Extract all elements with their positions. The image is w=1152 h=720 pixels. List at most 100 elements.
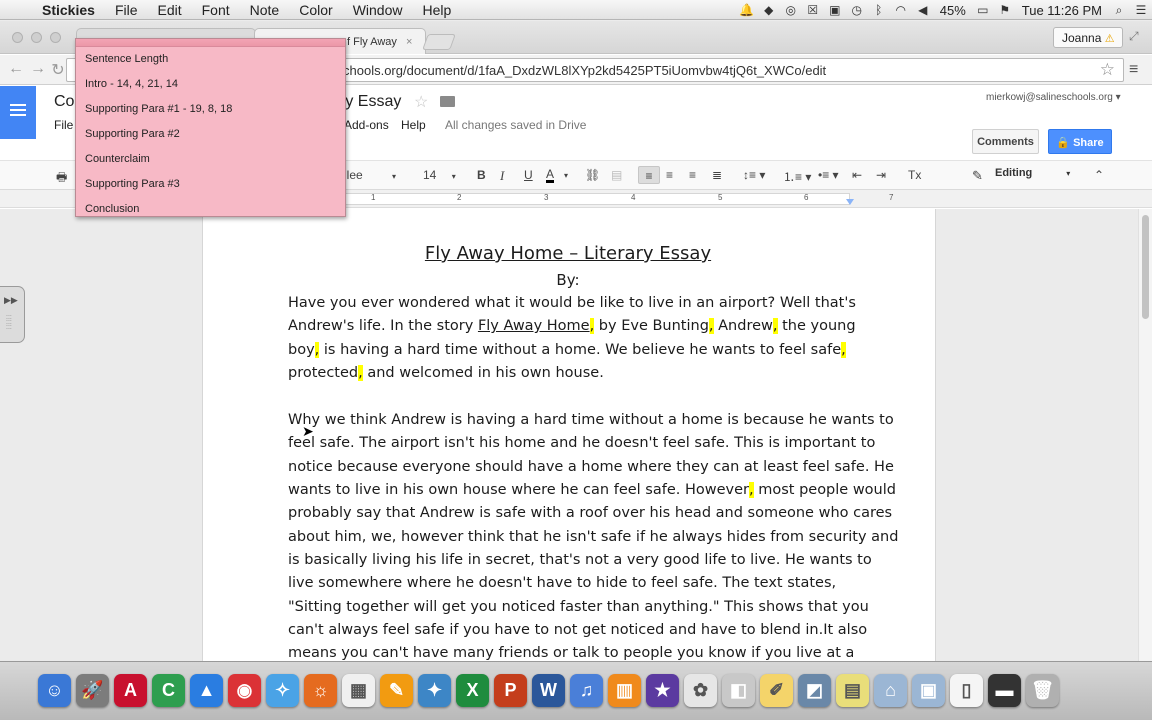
sticky-line[interactable]: Sentence Length	[85, 53, 168, 65]
clock[interactable]: Tue 11:26 PM	[1016, 3, 1108, 18]
account-email[interactable]: mierkowj@salineschools.org ▾	[986, 92, 1121, 103]
dock-notes-icon[interactable]: ✐	[760, 674, 793, 707]
essay-heading[interactable]: Fly Away Home – Literary Essay	[288, 243, 848, 264]
text-color-dropdown-icon[interactable]: ▾	[564, 171, 568, 180]
time-machine-icon[interactable]: ◷	[846, 3, 868, 17]
sticky-line[interactable]: Intro - 14, 4, 21, 14	[85, 78, 178, 90]
increase-indent-icon[interactable]: ⇥	[876, 168, 886, 182]
dock-safari-icon[interactable]: ✧	[266, 674, 299, 707]
dock-chrome-icon[interactable]: ◉	[228, 674, 261, 707]
align-center-icon[interactable]: ≡	[666, 168, 673, 182]
app-menu-stickies[interactable]: Stickies	[38, 2, 105, 18]
dock-imovie-icon[interactable]: ★	[646, 674, 679, 707]
dropbox-icon[interactable]: ◆	[758, 3, 780, 17]
link-icon[interactable]: ⛓	[585, 168, 600, 182]
dock-trash-icon[interactable]: 🗑	[1026, 674, 1059, 707]
bell-icon[interactable]: 🔔	[736, 3, 758, 17]
side-drawer-handle[interactable]: ▶▶ :::::::::	[0, 286, 25, 343]
p2-line-4[interactable]: wants to live in his own house where he …	[288, 482, 896, 498]
decrease-indent-icon[interactable]: ⇤	[852, 168, 862, 182]
p2-line-6[interactable]: about him, we, however think that he isn…	[288, 529, 898, 545]
dock-stickies-icon[interactable]: ▤	[836, 674, 869, 707]
bluetooth-icon[interactable]: ᛒ	[868, 3, 890, 17]
scrollbar-thumb[interactable]	[1142, 215, 1149, 319]
menu-color[interactable]: Color	[289, 2, 342, 18]
numbered-list-icon[interactable]: ⒈≡ ▾	[783, 168, 811, 185]
menu-window[interactable]: Window	[343, 2, 413, 18]
docs-logo-icon[interactable]	[0, 86, 36, 139]
share-button[interactable]: 🔒 Share	[1048, 129, 1112, 154]
p1-line-2[interactable]: Andrew's life. In the story Fly Away Hom…	[288, 318, 856, 334]
back-arrow-icon[interactable]: ←	[6, 60, 26, 80]
italic-button[interactable]: I	[500, 168, 504, 184]
font-size-select[interactable]: 14 ▾	[423, 168, 456, 182]
forward-arrow-icon[interactable]: →	[28, 60, 48, 80]
folder-icon[interactable]	[440, 96, 455, 107]
align-left-icon[interactable]: ≡	[638, 166, 660, 184]
vertical-scrollbar[interactable]	[1138, 209, 1152, 682]
dock-keynote-icon[interactable]: ✦	[418, 674, 451, 707]
dock-acrobat-icon[interactable]: A	[114, 674, 147, 707]
dock-pages-icon[interactable]: ✎	[380, 674, 413, 707]
doc-title-partial[interactable]: Co	[54, 93, 74, 111]
essay-byline[interactable]: By:	[288, 271, 848, 289]
dock-photos-icon[interactable]: ✿	[684, 674, 717, 707]
dock-file-icon[interactable]: ▯	[950, 674, 983, 707]
docs-menu-file[interactable]: File	[54, 118, 73, 132]
doc-title[interactable]: ry Essay	[340, 93, 401, 111]
dock-ibooks-icon[interactable]: ▥	[608, 674, 641, 707]
battery-percent[interactable]: 45%	[934, 3, 972, 18]
p1-line-1[interactable]: Have you ever wondered what it would be …	[288, 295, 856, 311]
close-box-icon[interactable]: ☒	[802, 3, 824, 17]
sticky-line[interactable]: Supporting Para #3	[85, 178, 180, 190]
p2-line-3[interactable]: notice because everyone should have a ho…	[288, 459, 894, 475]
dock-launchpad-icon[interactable]: 🚀	[76, 674, 109, 707]
dock-camtasia-icon[interactable]: C	[152, 674, 185, 707]
menu-file[interactable]: File	[105, 2, 148, 18]
underline-button[interactable]: U	[524, 168, 533, 182]
comments-button[interactable]: Comments	[972, 129, 1039, 154]
zoom-window-button[interactable]	[50, 32, 61, 43]
line-spacing-icon[interactable]: ↕≡ ▾	[743, 168, 765, 182]
menu-help[interactable]: Help	[412, 2, 461, 18]
p2-line-10[interactable]: can't always feel safe if you have to no…	[288, 622, 867, 638]
bulleted-list-icon[interactable]: •≡ ▾	[818, 168, 839, 182]
p2-line-1[interactable]: Why we think Andrew is having a hard tim…	[288, 412, 894, 428]
p2-line-11[interactable]: means you can't have many friends or tal…	[288, 645, 853, 661]
sticky-line[interactable]: Supporting Para #1 - 19, 8, 18	[85, 103, 232, 115]
p2-line-2[interactable]: feel safe. The airport isn't his home an…	[288, 435, 875, 451]
fullscreen-icon[interactable]: ⤢	[1129, 29, 1139, 44]
font-family-select[interactable]: llee ▾	[344, 168, 396, 182]
dock-preview-icon[interactable]: ◧	[722, 674, 755, 707]
dock-excel-icon[interactable]: X	[456, 674, 489, 707]
bookmark-star-icon[interactable]: ☆	[1100, 60, 1115, 80]
volume-icon[interactable]: ◀	[912, 3, 934, 17]
sticky-line[interactable]: Supporting Para #2	[85, 128, 180, 140]
dock-itunes-icon[interactable]: ♫	[570, 674, 603, 707]
docs-menu-addons[interactable]: Add-ons	[344, 118, 389, 132]
p1-line-4[interactable]: protected, and welcomed in his own house…	[288, 365, 853, 381]
docs-menu-help[interactable]: Help	[401, 118, 426, 132]
notification-center-icon[interactable]: ☰	[1130, 3, 1152, 17]
dock-apps-icon[interactable]: ▦	[342, 674, 375, 707]
dock-drive-icon[interactable]: ▲	[190, 674, 223, 707]
menu-font[interactable]: Font	[192, 2, 240, 18]
dock-word-icon[interactable]: W	[532, 674, 565, 707]
wifi-icon[interactable]: ◠	[890, 3, 912, 17]
sync-icon[interactable]: ◎	[780, 3, 802, 17]
close-window-button[interactable]	[12, 32, 23, 43]
right-indent-marker[interactable]	[846, 199, 854, 205]
editing-mode-select[interactable]: Editing ▾	[995, 167, 1070, 179]
sticky-title-bar[interactable]	[76, 39, 345, 47]
save-status[interactable]: All changes saved in Drive	[445, 118, 586, 132]
sticky-line[interactable]: Counterclaim	[85, 153, 150, 165]
p2-line-7[interactable]: is basically living his life in secret, …	[288, 552, 872, 568]
dock-powerpoint-icon[interactable]: P	[494, 674, 527, 707]
tab-close-icon[interactable]: ×	[406, 36, 412, 48]
reload-icon[interactable]: ↻	[48, 60, 68, 80]
dock-iphoto-icon[interactable]: ◩	[798, 674, 831, 707]
star-icon[interactable]: ☆	[414, 92, 428, 112]
profile-button[interactable]: Joanna ⚠	[1053, 27, 1123, 48]
menu-note[interactable]: Note	[240, 2, 290, 18]
battery-icon[interactable]: ▭	[972, 3, 994, 17]
